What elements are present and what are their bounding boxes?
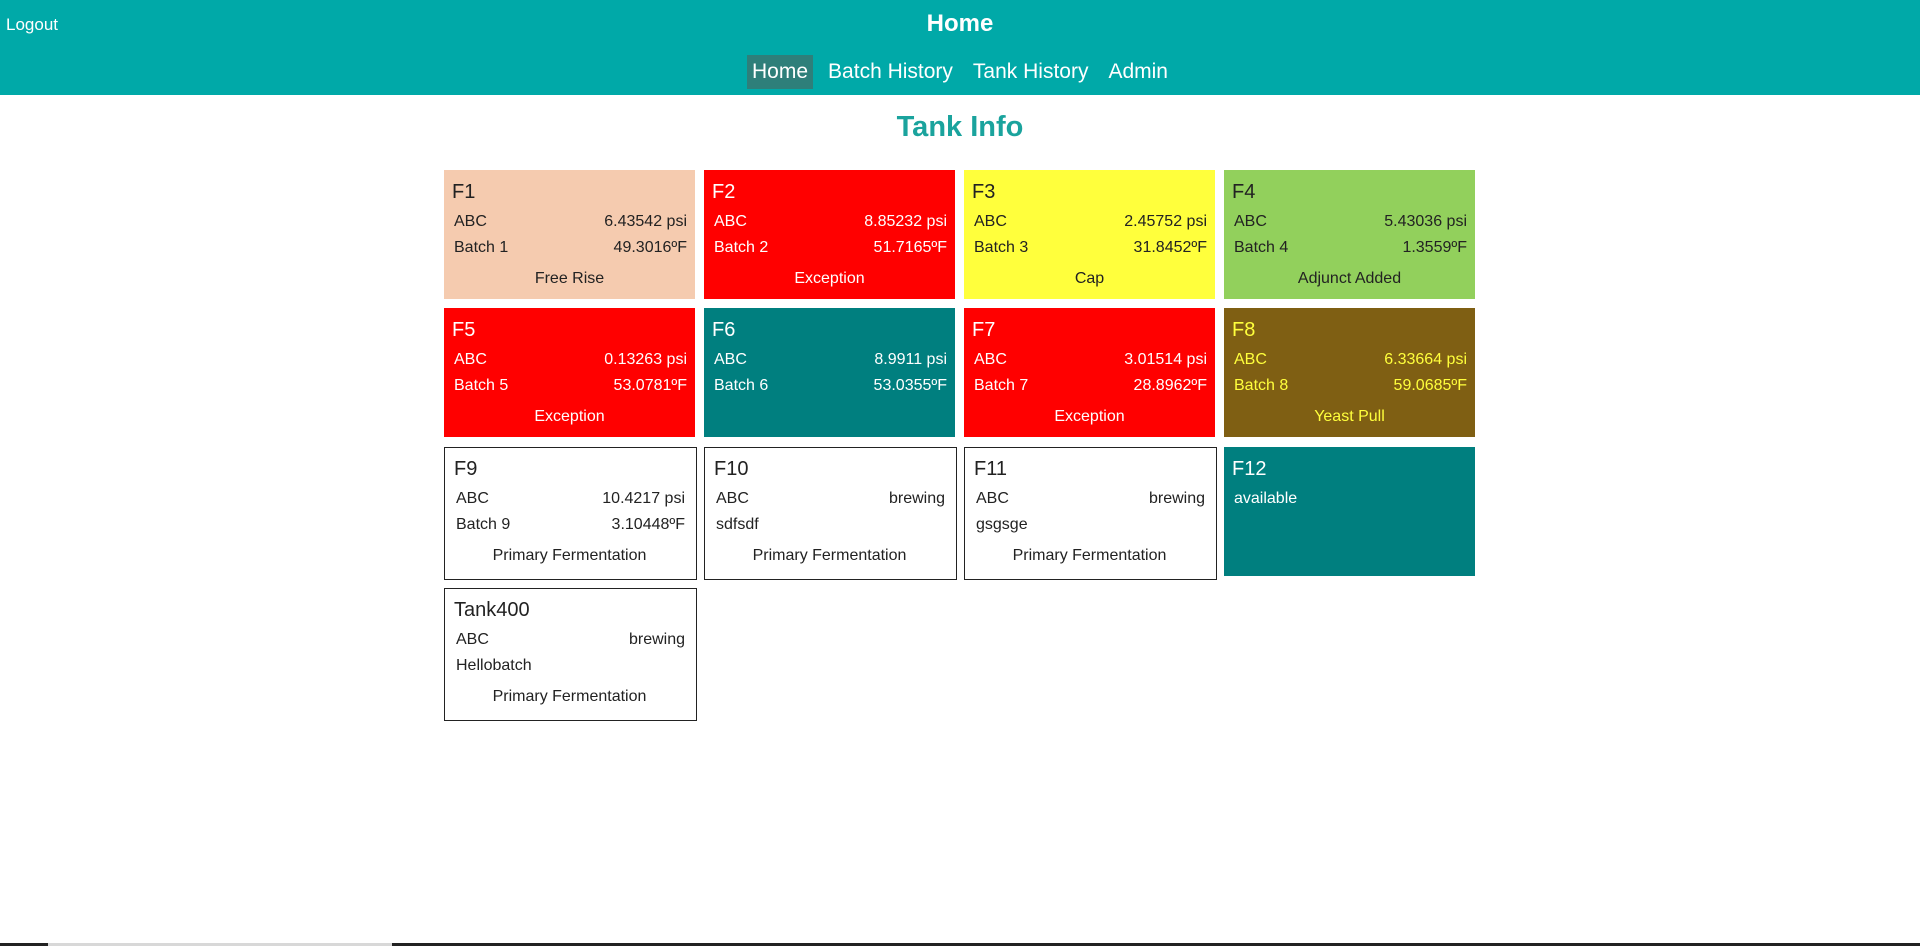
tank-beer: ABC (456, 631, 489, 648)
tank-card[interactable]: F12 available (1224, 447, 1475, 576)
tank-beer: available (1234, 490, 1298, 507)
tank-name: Tank400 (454, 599, 530, 621)
nav-item-admin[interactable]: Admin (1103, 55, 1173, 89)
tank-temperature: 53.0781ºF (613, 377, 687, 394)
tank-pressure: 3.01514 psi (1124, 351, 1207, 368)
tank-pressure: 8.85232 psi (864, 213, 947, 230)
tank-name: F6 (712, 319, 736, 341)
tank-temperature: 59.0685ºF (1393, 377, 1467, 394)
tank-batch: Batch 6 (714, 377, 769, 394)
tank-card[interactable]: F10 ABC brewing sdfsdf Primary Fermentati… (704, 447, 957, 580)
page-title: Home (926, 10, 994, 37)
tank-batch: Batch 2 (714, 239, 769, 256)
tank-status: Cap (1074, 270, 1105, 287)
tank-pressure: 8.9911 psi (874, 351, 947, 368)
tank-batch: Hellobatch (456, 657, 532, 674)
tank-batch: gsgsge (976, 516, 1028, 533)
tank-pressure: 5.43036 psi (1384, 213, 1467, 230)
tank-status: Yeast Pull (1314, 408, 1385, 425)
tank-pressure: 6.33664 psi (1384, 351, 1467, 368)
tank-batch: Batch 3 (974, 239, 1029, 256)
tank-beer: ABC (454, 351, 487, 368)
tank-beer: ABC (714, 351, 747, 368)
tank-temperature: 49.3016ºF (613, 239, 687, 256)
tank-pressure: 6.43542 psi (604, 213, 687, 230)
tank-status: Primary Fermentation (492, 688, 647, 705)
tank-name: F10 (714, 458, 749, 480)
tank-beer: ABC (974, 351, 1007, 368)
tank-temperature: 51.7165ºF (873, 239, 947, 256)
tank-beer: ABC (974, 213, 1007, 230)
section-title: Tank Info (896, 111, 1024, 143)
tank-status: Free Rise (534, 270, 605, 287)
nav-item-tank-history[interactable]: Tank History (968, 55, 1094, 89)
tank-card[interactable]: F6 ABC 8.9911 psi Batch 6 53.0355ºF (704, 308, 955, 437)
tank-status (1232, 541, 1467, 571)
tank-temperature: 3.10448ºF (611, 516, 685, 533)
tank-pressure: 10.4217 psi (602, 490, 685, 507)
tank-batch: sdfsdf (716, 516, 759, 533)
tank-status: Exception (794, 270, 865, 287)
main-nav: Home Batch History Tank History Admin (0, 55, 1920, 89)
tank-temperature: 31.8452ºF (1133, 239, 1207, 256)
tank-beer: ABC (716, 490, 749, 507)
tank-pressure: 0.13263 psi (604, 351, 687, 368)
nav-item-batch-history[interactable]: Batch History (823, 55, 958, 89)
top-header: Logout Home Home Batch History Tank Hist… (0, 0, 1920, 95)
tank-temperature: 1.3559ºF (1402, 239, 1467, 256)
tank-name: F7 (972, 319, 996, 341)
tank-batch: Batch 8 (1234, 377, 1289, 394)
tank-beer: ABC (976, 490, 1009, 507)
tank-batch: Batch 1 (454, 239, 509, 256)
tank-name: F3 (972, 181, 996, 203)
tank-pressure: brewing (888, 490, 945, 507)
tank-card[interactable]: F5 ABC 0.13263 psi Batch 5 53.0781ºF Excep… (444, 308, 695, 437)
tank-batch: Batch 7 (974, 377, 1029, 394)
tank-status: Adjunct Added (1297, 270, 1402, 287)
tank-card[interactable]: F2 ABC 8.85232 psi Batch 2 51.7165ºF Excep… (704, 170, 955, 299)
tank-card[interactable]: F4 ABC 5.43036 psi Batch 4 1.3559ºF Adjunc… (1224, 170, 1475, 299)
tank-name: F9 (454, 458, 478, 480)
tank-batch: Batch 4 (1234, 239, 1289, 256)
tank-card[interactable]: F9 ABC 10.4217 psi Batch 9 3.10448ºF Prima… (444, 447, 697, 580)
tank-pressure: 2.45752 psi (1124, 213, 1207, 230)
tank-name: F5 (452, 319, 476, 341)
tank-card[interactable]: Tank400 ABC brewing Hellobatch Primary Fe… (444, 588, 697, 721)
tank-card[interactable]: F11 ABC brewing gsgsge Primary Fermentati… (964, 447, 1217, 580)
tank-card[interactable]: F8 ABC 6.33664 psi Batch 8 59.0685ºF Yeast… (1224, 308, 1475, 437)
tank-name: F12 (1232, 458, 1267, 480)
tank-status (712, 402, 947, 432)
tank-name: F11 (974, 458, 1007, 480)
tank-beer: ABC (454, 213, 487, 230)
tank-status: Primary Fermentation (492, 547, 647, 564)
tank-card[interactable]: F1 ABC 6.43542 psi Batch 1 49.3016ºF Free … (444, 170, 695, 299)
tank-temperature: 53.0355ºF (873, 377, 947, 394)
tank-card[interactable]: F7 ABC 3.01514 psi Batch 7 28.8962ºF Excep… (964, 308, 1215, 437)
tank-temperature: 28.8962ºF (1133, 377, 1207, 394)
tank-name: F8 (1232, 319, 1256, 341)
tank-status: Exception (1054, 408, 1125, 425)
tank-name: F4 (1232, 181, 1256, 203)
tank-batch: Batch 5 (454, 377, 509, 394)
tank-beer: ABC (1234, 213, 1267, 230)
tank-name: F1 (452, 181, 476, 203)
tank-status: Exception (534, 408, 605, 425)
tank-pressure: brewing (1148, 490, 1205, 507)
tank-beer: ABC (456, 490, 489, 507)
tank-status: Primary Fermentation (752, 547, 907, 564)
tank-beer: ABC (714, 213, 747, 230)
tank-batch: Batch 9 (456, 516, 511, 533)
tank-card[interactable]: F3 ABC 2.45752 psi Batch 3 31.8452ºF Cap (964, 170, 1215, 299)
tank-status: Primary Fermentation (1012, 547, 1167, 564)
tank-beer: ABC (1234, 351, 1267, 368)
tank-pressure: brewing (628, 631, 685, 648)
nav-item-home[interactable]: Home (747, 55, 814, 89)
tank-name: F2 (712, 181, 736, 203)
